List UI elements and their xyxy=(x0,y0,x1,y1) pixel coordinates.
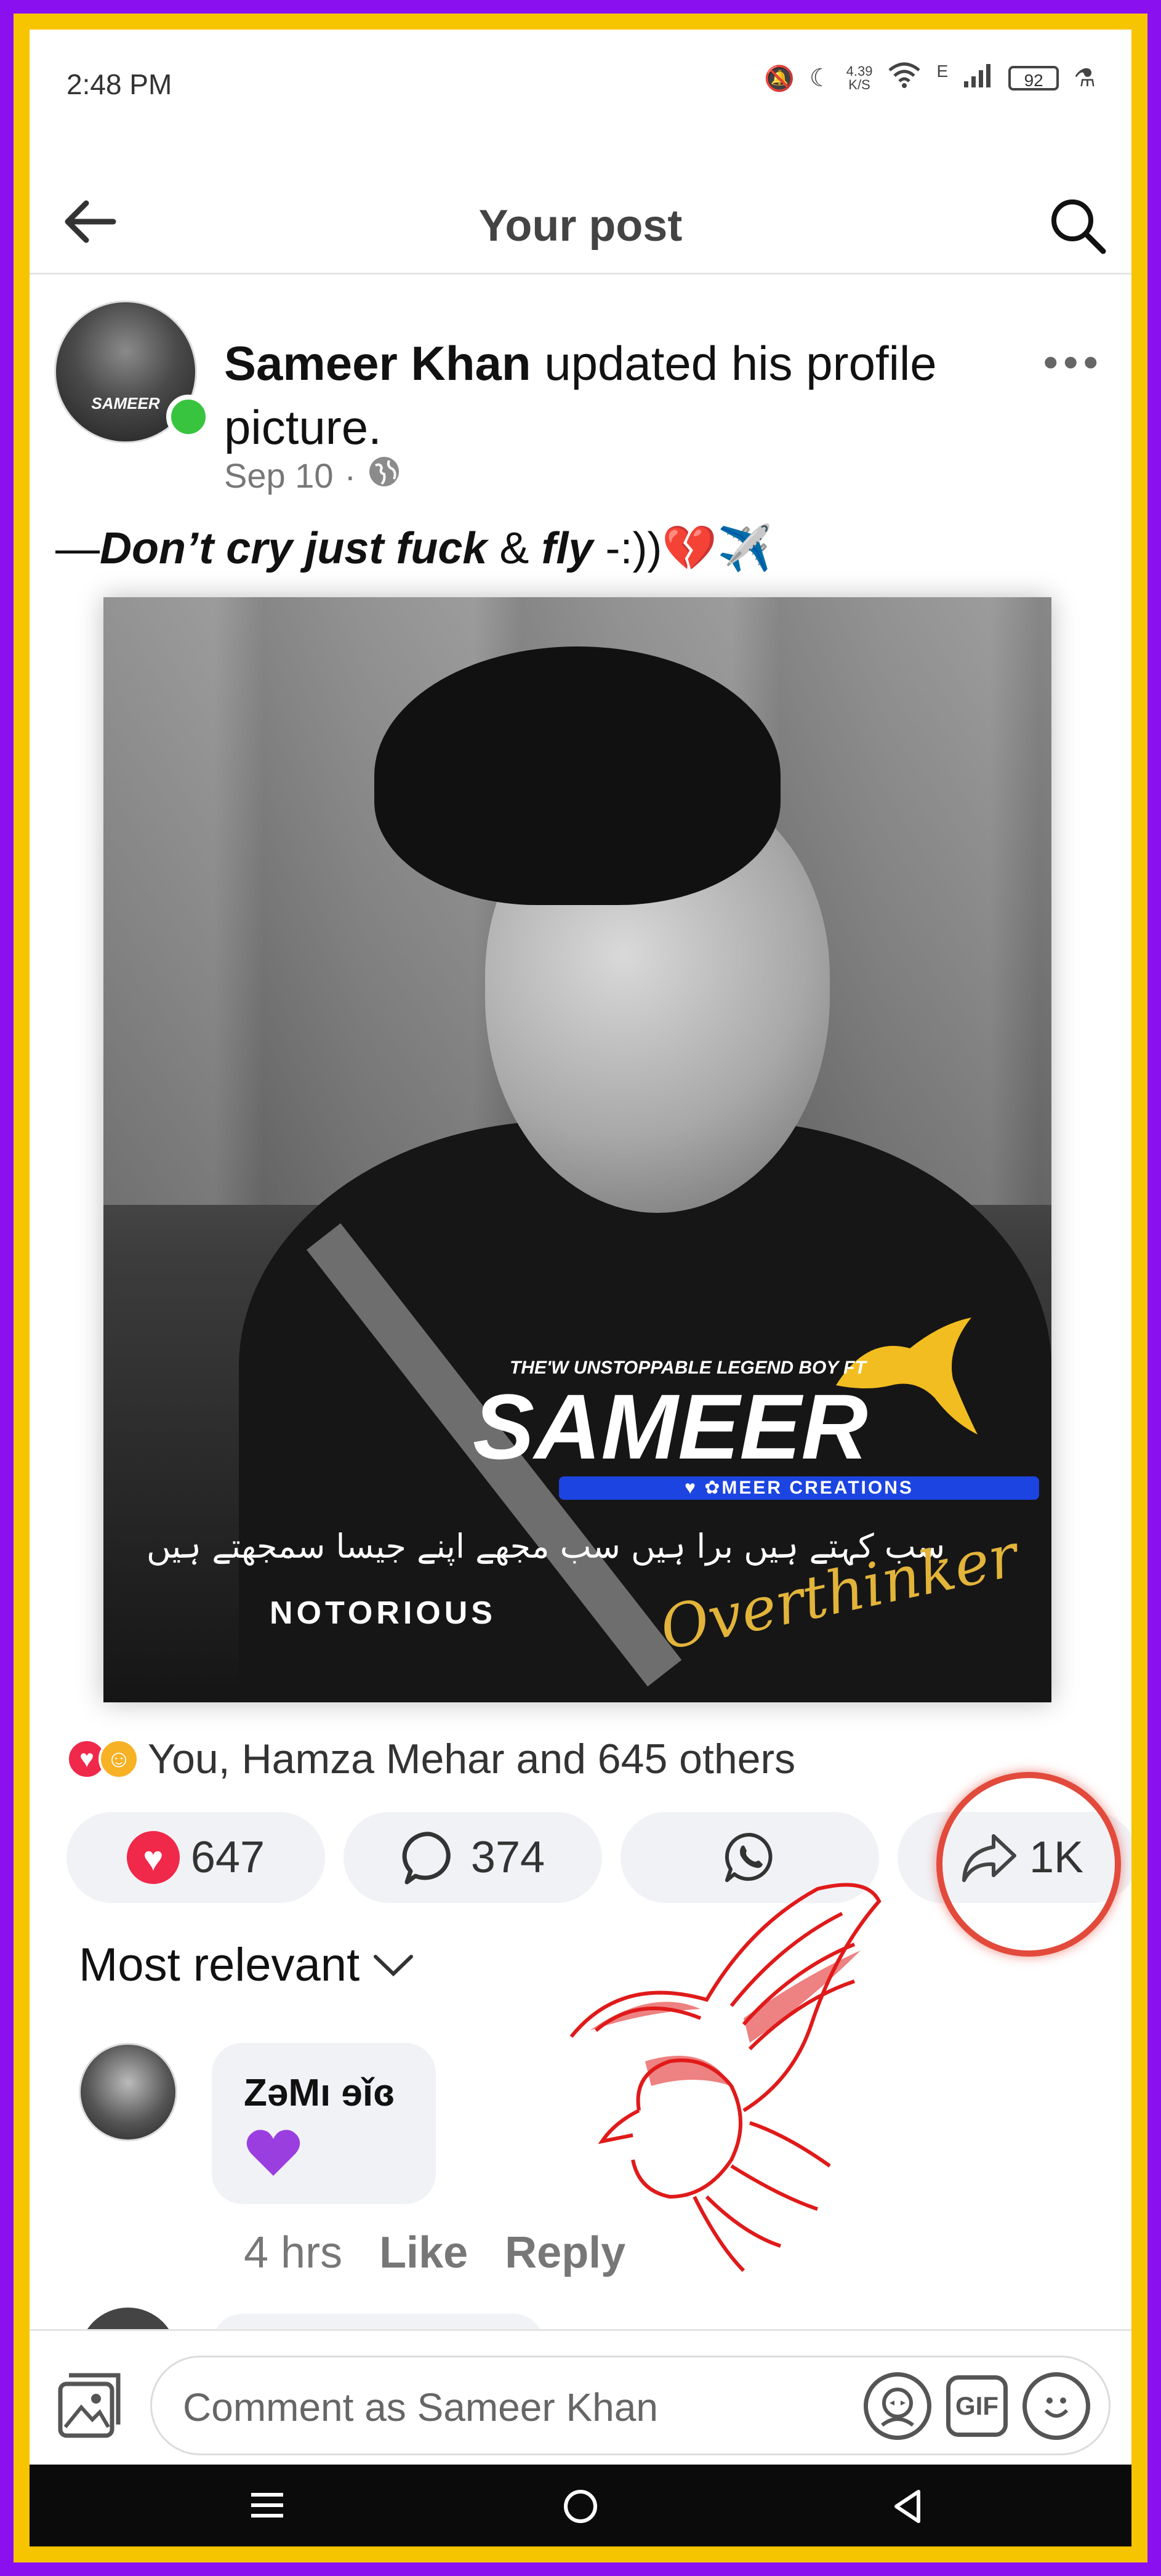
composer-icons: GIF xyxy=(864,2372,1090,2440)
photo-creations-band: ♥ ✿MEER CREATIONS xyxy=(559,1476,1039,1500)
signal-icon xyxy=(963,62,994,95)
back-triangle-icon[interactable] xyxy=(883,2487,932,2536)
comment-placeholder: Comment as Sameer Khan xyxy=(183,2385,658,2429)
search-icon[interactable] xyxy=(1047,195,1108,256)
more-options-icon[interactable]: ••• xyxy=(1043,337,1103,387)
post-date[interactable]: Sep 10 xyxy=(224,456,334,496)
avatar-sticker-icon[interactable] xyxy=(864,2372,931,2440)
network-type: E xyxy=(936,62,949,81)
comment-input[interactable]: Comment as Sameer Khan GIF xyxy=(150,2356,1111,2455)
online-status-dot xyxy=(166,395,211,439)
commenter-name[interactable]: ZəMı ɘǐɞ xyxy=(244,2071,395,2115)
eagle-sticker-icon xyxy=(569,1883,882,2272)
post-headline: Sameer Khan updated his profile picture. xyxy=(224,331,994,459)
photo-notorious-text: NOTORIOUS xyxy=(270,1595,496,1631)
post-caption: —Don’t cry just fuck & fly -:))💔✈️ xyxy=(55,524,773,573)
app-header: Your post xyxy=(30,165,1131,275)
comment-time: 4 hrs xyxy=(244,2228,343,2277)
author-name[interactable]: Sameer Khan xyxy=(224,336,531,390)
comment-bubble: ZəMı ɘǐɞ xyxy=(212,2043,436,2204)
photo-hair xyxy=(374,646,781,905)
comment-composer: Comment as Sameer Khan GIF xyxy=(30,2329,1131,2466)
inner-frame: 2:48 PM 🔕 ☾ 4.39 K/S E 92 ⚗ Your post SAM… xyxy=(14,14,1147,2562)
mute-bell-icon: 🔕 xyxy=(763,65,795,92)
care-reaction-icon: ☺ xyxy=(98,1739,139,1779)
purple-heart-icon xyxy=(246,2130,300,2176)
profile-picture-photo[interactable]: THE'W UNSTOPPABLE LEGEND BOY FT SAMEER ♥… xyxy=(103,597,1051,1702)
android-navigation-bar xyxy=(30,2465,1131,2546)
battery-indicator: 92 xyxy=(1008,66,1059,91)
sort-label: Most relevant xyxy=(79,1939,360,1991)
heart-icon: ♥ xyxy=(126,1831,180,1884)
comment-count: 374 xyxy=(470,1833,545,1882)
status-bar: 2:48 PM 🔕 ☾ 4.39 K/S E 92 ⚗ xyxy=(30,30,1131,122)
comment-bubble-icon xyxy=(402,1832,451,1885)
phone-screen: 2:48 PM 🔕 ☾ 4.39 K/S E 92 ⚗ Your post SAM… xyxy=(30,30,1131,2546)
globe-icon[interactable] xyxy=(367,454,401,497)
comment-sort-dropdown[interactable]: Most relevant xyxy=(79,1938,415,1992)
moon-icon: ☾ xyxy=(809,65,832,92)
react-button[interactable]: ♥ 647 xyxy=(66,1812,325,1903)
home-circle-icon[interactable] xyxy=(556,2487,605,2536)
reactions-summary-text: You, Hamza Mehar and 645 others xyxy=(148,1736,796,1782)
wifi-icon xyxy=(887,62,922,95)
post-meta: Sep 10 · xyxy=(224,454,401,497)
chevron-down-icon xyxy=(374,1954,414,1976)
flask-icon: ⚗ xyxy=(1074,65,1096,92)
page-title: Your post xyxy=(478,201,683,251)
photo-attach-icon[interactable] xyxy=(52,2368,126,2442)
emoji-icon[interactable] xyxy=(1022,2372,1090,2440)
reaction-count: 647 xyxy=(190,1833,265,1882)
comment-like-button[interactable]: Like xyxy=(379,2228,468,2278)
network-speed: 4.39 K/S xyxy=(846,63,873,92)
status-time: 2:48 PM xyxy=(66,68,172,100)
photo-big-name: SAMEER xyxy=(473,1375,868,1478)
status-icons: 🔕 ☾ 4.39 K/S E 92 ⚗ xyxy=(764,62,1096,95)
gif-button[interactable]: GIF xyxy=(946,2375,1008,2437)
menu-lines-icon[interactable] xyxy=(243,2487,292,2536)
annotation-circle xyxy=(936,1772,1121,1957)
meta-separator: · xyxy=(344,456,356,495)
reactions-summary[interactable]: ♥ ☺ You, Hamza Mehar and 645 others xyxy=(66,1735,795,1783)
commenter-avatar[interactable] xyxy=(79,2043,177,2141)
